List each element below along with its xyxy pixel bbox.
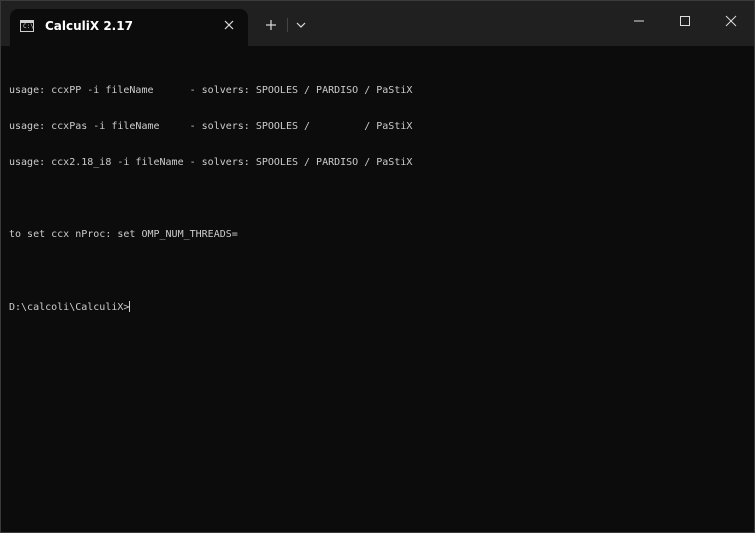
terminal-prompt-line[interactable]: D:\calcoli\CalculiX>: [9, 301, 749, 313]
maximize-icon: [680, 16, 690, 26]
terminal-line: usage: ccxPP -i fileName - solvers: SPOO…: [9, 85, 413, 96]
minimize-icon: [634, 20, 644, 22]
minimize-button[interactable]: [621, 7, 657, 35]
tab-dropdown-button[interactable]: [291, 15, 311, 35]
tab-title: CalculiX 2.17: [45, 19, 133, 33]
close-icon: [725, 15, 737, 27]
maximize-button[interactable]: [667, 7, 703, 35]
tab-calculix[interactable]: C:\ CalculiX 2.17: [10, 9, 248, 46]
new-tab-button[interactable]: [260, 15, 282, 35]
terminal-window: C:\ CalculiX 2.17 usage: ccxPP -i fileNa…: [0, 0, 755, 533]
plus-icon: [266, 20, 276, 30]
text-cursor: [129, 301, 131, 312]
terminal-line: usage: ccx2.18_i8 -i fileName - solvers:…: [9, 157, 413, 168]
close-icon: [224, 20, 234, 30]
terminal-prompt: D:\calcoli\CalculiX>: [9, 302, 130, 313]
tab-close-button[interactable]: [219, 15, 239, 35]
tab-separator: [287, 18, 288, 32]
terminal-line: usage: ccxPas -i fileName - solvers: SPO…: [9, 121, 413, 132]
terminal-icon: C:\: [20, 20, 34, 32]
terminal-icon-text: C:\: [23, 23, 34, 30]
close-window-button[interactable]: [713, 7, 749, 35]
title-bar: C:\ CalculiX 2.17: [1, 1, 754, 46]
chevron-down-icon: [296, 22, 306, 28]
terminal-line: to set ccx nProc: set OMP_NUM_THREADS=: [9, 229, 238, 240]
terminal-output[interactable]: usage: ccxPP -i fileName - solvers: SPOO…: [9, 61, 749, 521]
